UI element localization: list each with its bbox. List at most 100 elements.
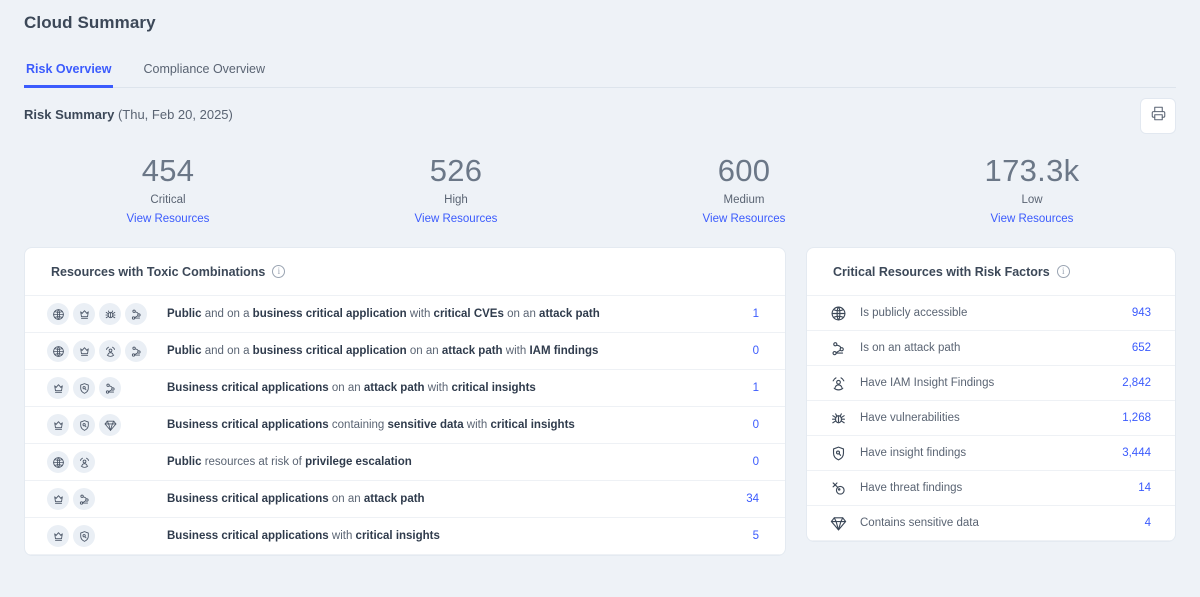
kpi-critical: 454 Critical View Resources	[24, 152, 312, 227]
kpi-high-label: High	[444, 194, 468, 206]
gem-icon	[827, 515, 849, 532]
toxic-combination-row[interactable]: Business critical applications containin…	[25, 407, 785, 444]
toxic-combination-icons	[47, 451, 167, 473]
risk-factor-row[interactable]: Is on an attack path 652	[807, 331, 1175, 366]
critical-risk-factors-card: Critical Resources with Risk Factors i I…	[806, 247, 1176, 542]
toxic-combination-row[interactable]: Public and on a business critical applic…	[25, 296, 785, 333]
tab-risk-overview-label: Risk Overview	[26, 62, 112, 76]
risk-factor-count[interactable]: 943	[1132, 307, 1151, 319]
toxic-combinations-title: Resources with Toxic Combinations	[51, 264, 266, 279]
risk-summary-title-text: Risk Summary	[24, 106, 115, 122]
crown-icon	[73, 303, 95, 325]
toxic-combination-row[interactable]: Business critical applications on an att…	[25, 481, 785, 518]
risk-factor-count[interactable]: 1,268	[1122, 412, 1151, 424]
page-title: Cloud Summary	[24, 13, 156, 32]
risk-factor-count[interactable]: 3,444	[1122, 447, 1151, 459]
toxic-combinations-list: Public and on a business critical applic…	[25, 296, 785, 555]
attack-path-icon	[73, 488, 95, 510]
kpi-medium-value: 600	[717, 153, 771, 188]
kpi-critical-value: 454	[141, 153, 195, 188]
toxic-combination-count[interactable]: 0	[733, 456, 759, 468]
risk-factor-row[interactable]: Have IAM Insight Findings 2,842	[807, 366, 1175, 401]
toxic-combination-label: Public and on a business critical applic…	[167, 344, 599, 357]
risk-factor-label: Have insight findings	[860, 447, 967, 459]
risk-factor-label: Is on an attack path	[860, 342, 961, 354]
kpi-critical-view-resources-link[interactable]: View Resources	[127, 213, 210, 225]
bug-icon	[99, 303, 121, 325]
bug-icon	[827, 410, 849, 427]
globe-icon	[47, 303, 69, 325]
risk-factor-count[interactable]: 652	[1132, 342, 1151, 354]
toxic-combination-label: Public resources at risk of privilege es…	[167, 455, 412, 468]
kpi-high-value: 526	[429, 153, 483, 188]
risk-factor-label: Have threat findings	[860, 482, 963, 494]
kpi-medium-label: Medium	[723, 194, 765, 206]
iam-icon	[827, 375, 849, 392]
kpi-low-value: 173.3k	[984, 153, 1080, 188]
insight-shield-icon	[73, 377, 95, 399]
risk-factor-label: Is publicly accessible	[860, 307, 968, 319]
info-icon[interactable]: i	[272, 265, 286, 278]
attack-path-icon	[125, 303, 147, 325]
cards-container: Resources with Toxic Combinations i Publ…	[0, 247, 1200, 556]
toxic-combination-label: Business critical applications containin…	[167, 418, 575, 431]
toxic-combination-icons	[47, 488, 167, 510]
kpi-medium: 600 Medium View Resources	[600, 152, 888, 227]
toxic-combination-count[interactable]: 1	[733, 382, 759, 394]
kpi-medium-view-resources-link[interactable]: View Resources	[703, 213, 786, 225]
risk-summary-header: Risk Summary (Thu, Feb 20, 2025)	[24, 88, 1176, 140]
kpi-low-view-resources-link[interactable]: View Resources	[991, 213, 1074, 225]
globe-icon	[47, 340, 69, 362]
insight-shield-icon	[73, 414, 95, 436]
toxic-combination-label: Business critical applications with crit…	[167, 529, 440, 542]
toxic-combination-icons	[47, 377, 167, 399]
gem-icon	[99, 414, 121, 436]
risk-summary-date: (Thu, Feb 20, 2025)	[117, 106, 233, 122]
toxic-combination-icons	[47, 340, 167, 362]
attack-path-icon	[827, 340, 849, 357]
info-icon[interactable]: i	[1056, 265, 1070, 278]
risk-factor-row[interactable]: Contains sensitive data 4	[807, 506, 1175, 541]
kpi-row: 454 Critical View Resources 526 High Vie…	[24, 140, 1176, 247]
toxic-combinations-card: Resources with Toxic Combinations i Publ…	[24, 247, 786, 556]
risk-factor-row[interactable]: Have threat findings 14	[807, 471, 1175, 506]
crown-icon	[47, 488, 69, 510]
risk-factor-count[interactable]: 4	[1145, 517, 1151, 529]
toxic-combination-row[interactable]: Public and on a business critical applic…	[25, 333, 785, 370]
tab-compliance-overview[interactable]: Compliance Overview	[141, 56, 267, 88]
tab-risk-overview[interactable]: Risk Overview	[24, 56, 114, 88]
toxic-combination-count[interactable]: 0	[733, 345, 759, 357]
kpi-high-view-resources-link[interactable]: View Resources	[415, 213, 498, 225]
risk-factor-row[interactable]: Is publicly accessible 943	[807, 296, 1175, 331]
risk-factor-row[interactable]: Have insight findings 3,444	[807, 436, 1175, 471]
risk-factor-label: Have IAM Insight Findings	[860, 377, 995, 389]
toxic-combination-label: Public and on a business critical applic…	[167, 307, 600, 320]
toxic-combinations-card-header: Resources with Toxic Combinations i	[25, 248, 785, 296]
toxic-combination-count[interactable]: 1	[733, 308, 759, 320]
print-button[interactable]	[1140, 98, 1176, 134]
risk-summary-band: Risk Summary (Thu, Feb 20, 2025) 454 Cri…	[0, 88, 1200, 247]
kpi-low-label: Low	[1021, 194, 1043, 206]
risk-factor-count[interactable]: 2,842	[1122, 377, 1151, 389]
toxic-combination-count[interactable]: 34	[733, 493, 759, 505]
crown-icon	[47, 414, 69, 436]
crown-icon	[47, 525, 69, 547]
risk-summary-title: Risk Summary (Thu, Feb 20, 2025)	[24, 107, 233, 122]
insight-shield-icon	[827, 445, 849, 462]
crown-icon	[47, 377, 69, 399]
toxic-combination-row[interactable]: Public resources at risk of privilege es…	[25, 444, 785, 481]
crown-icon	[73, 340, 95, 362]
toxic-combination-label: Business critical applications on an att…	[167, 381, 536, 394]
risk-factor-count[interactable]: 14	[1138, 482, 1151, 494]
printer-icon	[1151, 106, 1166, 126]
attack-path-icon	[99, 377, 121, 399]
globe-icon	[47, 451, 69, 473]
toxic-combination-count[interactable]: 5	[733, 530, 759, 542]
globe-icon	[827, 305, 849, 322]
toxic-combination-row[interactable]: Business critical applications on an att…	[25, 370, 785, 407]
toxic-combination-count[interactable]: 0	[733, 419, 759, 431]
risk-factor-label: Have vulnerabilities	[860, 412, 960, 424]
risk-factor-row[interactable]: Have vulnerabilities 1,268	[807, 401, 1175, 436]
risk-factor-label: Contains sensitive data	[860, 517, 979, 529]
toxic-combination-row[interactable]: Business critical applications with crit…	[25, 518, 785, 555]
